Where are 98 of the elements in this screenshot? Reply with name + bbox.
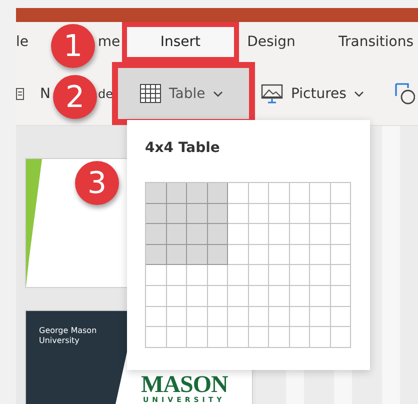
grid-cell[interactable]	[330, 183, 351, 204]
grid-cell[interactable]	[248, 183, 269, 204]
picture-monitor-icon	[261, 84, 283, 104]
ribbon-tab[interactable]: Design	[247, 22, 338, 62]
grid-cell[interactable]	[310, 327, 330, 348]
grid-cell[interactable]	[269, 183, 290, 204]
grid-cell[interactable]	[146, 204, 166, 224]
grid-cell[interactable]	[146, 224, 166, 245]
grid-cell[interactable]	[146, 286, 166, 307]
ribbon-tab[interactable]: me	[98, 22, 122, 62]
chevron-down-icon	[354, 90, 364, 96]
pictures-button[interactable]: Pictures	[255, 82, 395, 104]
slide-icon	[16, 88, 24, 100]
grid-cell[interactable]	[269, 306, 290, 328]
grid-cell[interactable]	[248, 244, 269, 266]
table-button[interactable]: Table	[112, 62, 255, 125]
grid-cell[interactable]	[187, 244, 208, 266]
grid-cell[interactable]	[146, 183, 166, 204]
grid-cell[interactable]	[166, 224, 187, 245]
grid-cell[interactable]	[248, 265, 269, 286]
grid-cell[interactable]	[146, 265, 166, 286]
grid-cell[interactable]	[187, 224, 208, 245]
grid-cell[interactable]	[290, 306, 310, 328]
grid-cell[interactable]	[208, 224, 228, 245]
logo-text: MASON	[141, 373, 228, 397]
grid-cell[interactable]	[269, 265, 290, 286]
grid-cell[interactable]	[228, 265, 248, 286]
grid-cell[interactable]	[310, 224, 330, 245]
grid-cell[interactable]	[166, 327, 187, 348]
grid-cell[interactable]	[290, 265, 310, 286]
grid-cell[interactable]	[330, 204, 351, 224]
grid-cell[interactable]	[187, 183, 208, 204]
chevron-down-icon	[213, 90, 224, 96]
grid-cell[interactable]	[248, 327, 269, 348]
grid-cell[interactable]	[208, 183, 228, 204]
grid-cell[interactable]	[187, 286, 208, 307]
grid-cell[interactable]	[228, 204, 248, 224]
grid-cell[interactable]	[228, 244, 248, 266]
grid-cell[interactable]	[248, 286, 269, 307]
grid-cell[interactable]	[187, 327, 208, 348]
grid-cell[interactable]	[269, 244, 290, 266]
grid-cell[interactable]	[248, 204, 269, 224]
grid-cell[interactable]	[330, 224, 351, 245]
grid-cell[interactable]	[187, 265, 208, 286]
grid-cell[interactable]	[208, 244, 228, 266]
grid-cell[interactable]	[228, 306, 248, 328]
grid-cell[interactable]	[248, 306, 269, 328]
grid-cell[interactable]	[330, 265, 351, 286]
grid-cell[interactable]	[310, 306, 330, 328]
toolbar-label[interactable]: N	[40, 86, 50, 102]
grid-cell[interactable]	[290, 244, 310, 266]
grid-cell[interactable]	[146, 244, 166, 266]
slide-caption: George Mason University	[39, 326, 98, 346]
grid-cell[interactable]	[166, 183, 187, 204]
grid-cell[interactable]	[330, 286, 351, 307]
grid-cell[interactable]	[290, 224, 310, 245]
grid-cell[interactable]	[208, 265, 228, 286]
grid-cell[interactable]	[208, 204, 228, 224]
grid-cell[interactable]	[208, 306, 228, 328]
grid-cell[interactable]	[290, 204, 310, 224]
grid-cell[interactable]	[310, 204, 330, 224]
grid-cell[interactable]	[166, 265, 187, 286]
grid-cell[interactable]	[290, 327, 310, 348]
grid-cell[interactable]	[228, 224, 248, 245]
grid-cell[interactable]	[310, 244, 330, 266]
shapes-icon	[395, 82, 415, 104]
grid-cell[interactable]	[290, 286, 310, 307]
table-icon	[140, 84, 161, 103]
grid-cell[interactable]	[166, 244, 187, 266]
picker-title: 4x4 Table	[145, 140, 221, 156]
grid-cell[interactable]	[166, 204, 187, 224]
grid-cell[interactable]	[269, 224, 290, 245]
grid-cell[interactable]	[310, 265, 330, 286]
grid-cell[interactable]	[166, 306, 187, 328]
grid-cell[interactable]	[330, 244, 351, 266]
ribbon-tab[interactable]: Transitions	[338, 22, 418, 62]
grid-cell[interactable]	[269, 204, 290, 224]
grid-cell[interactable]	[187, 306, 208, 328]
grid-cell[interactable]	[208, 327, 228, 348]
ribbon-tab[interactable]: Insert	[122, 22, 240, 62]
grid-cell[interactable]	[228, 327, 248, 348]
grid-cell[interactable]	[208, 286, 228, 307]
grid-cell[interactable]	[228, 183, 248, 204]
grid-cell[interactable]	[146, 327, 166, 348]
toolbar-label[interactable]: de	[98, 86, 112, 100]
grid-cell[interactable]	[269, 327, 290, 348]
grid-cell[interactable]	[310, 286, 330, 307]
grid-cell[interactable]	[330, 306, 351, 328]
grid-cell[interactable]	[146, 306, 166, 328]
grid-cell[interactable]	[269, 286, 290, 307]
grid-cell[interactable]	[248, 224, 269, 245]
grid-cell[interactable]	[290, 183, 310, 204]
grid-cell[interactable]	[228, 286, 248, 307]
grid-cell[interactable]	[166, 286, 187, 307]
grid-cell[interactable]	[310, 183, 330, 204]
grid-cell[interactable]	[330, 327, 351, 348]
grid-cell[interactable]	[187, 204, 208, 224]
ribbon-tab[interactable]: le	[16, 22, 36, 62]
